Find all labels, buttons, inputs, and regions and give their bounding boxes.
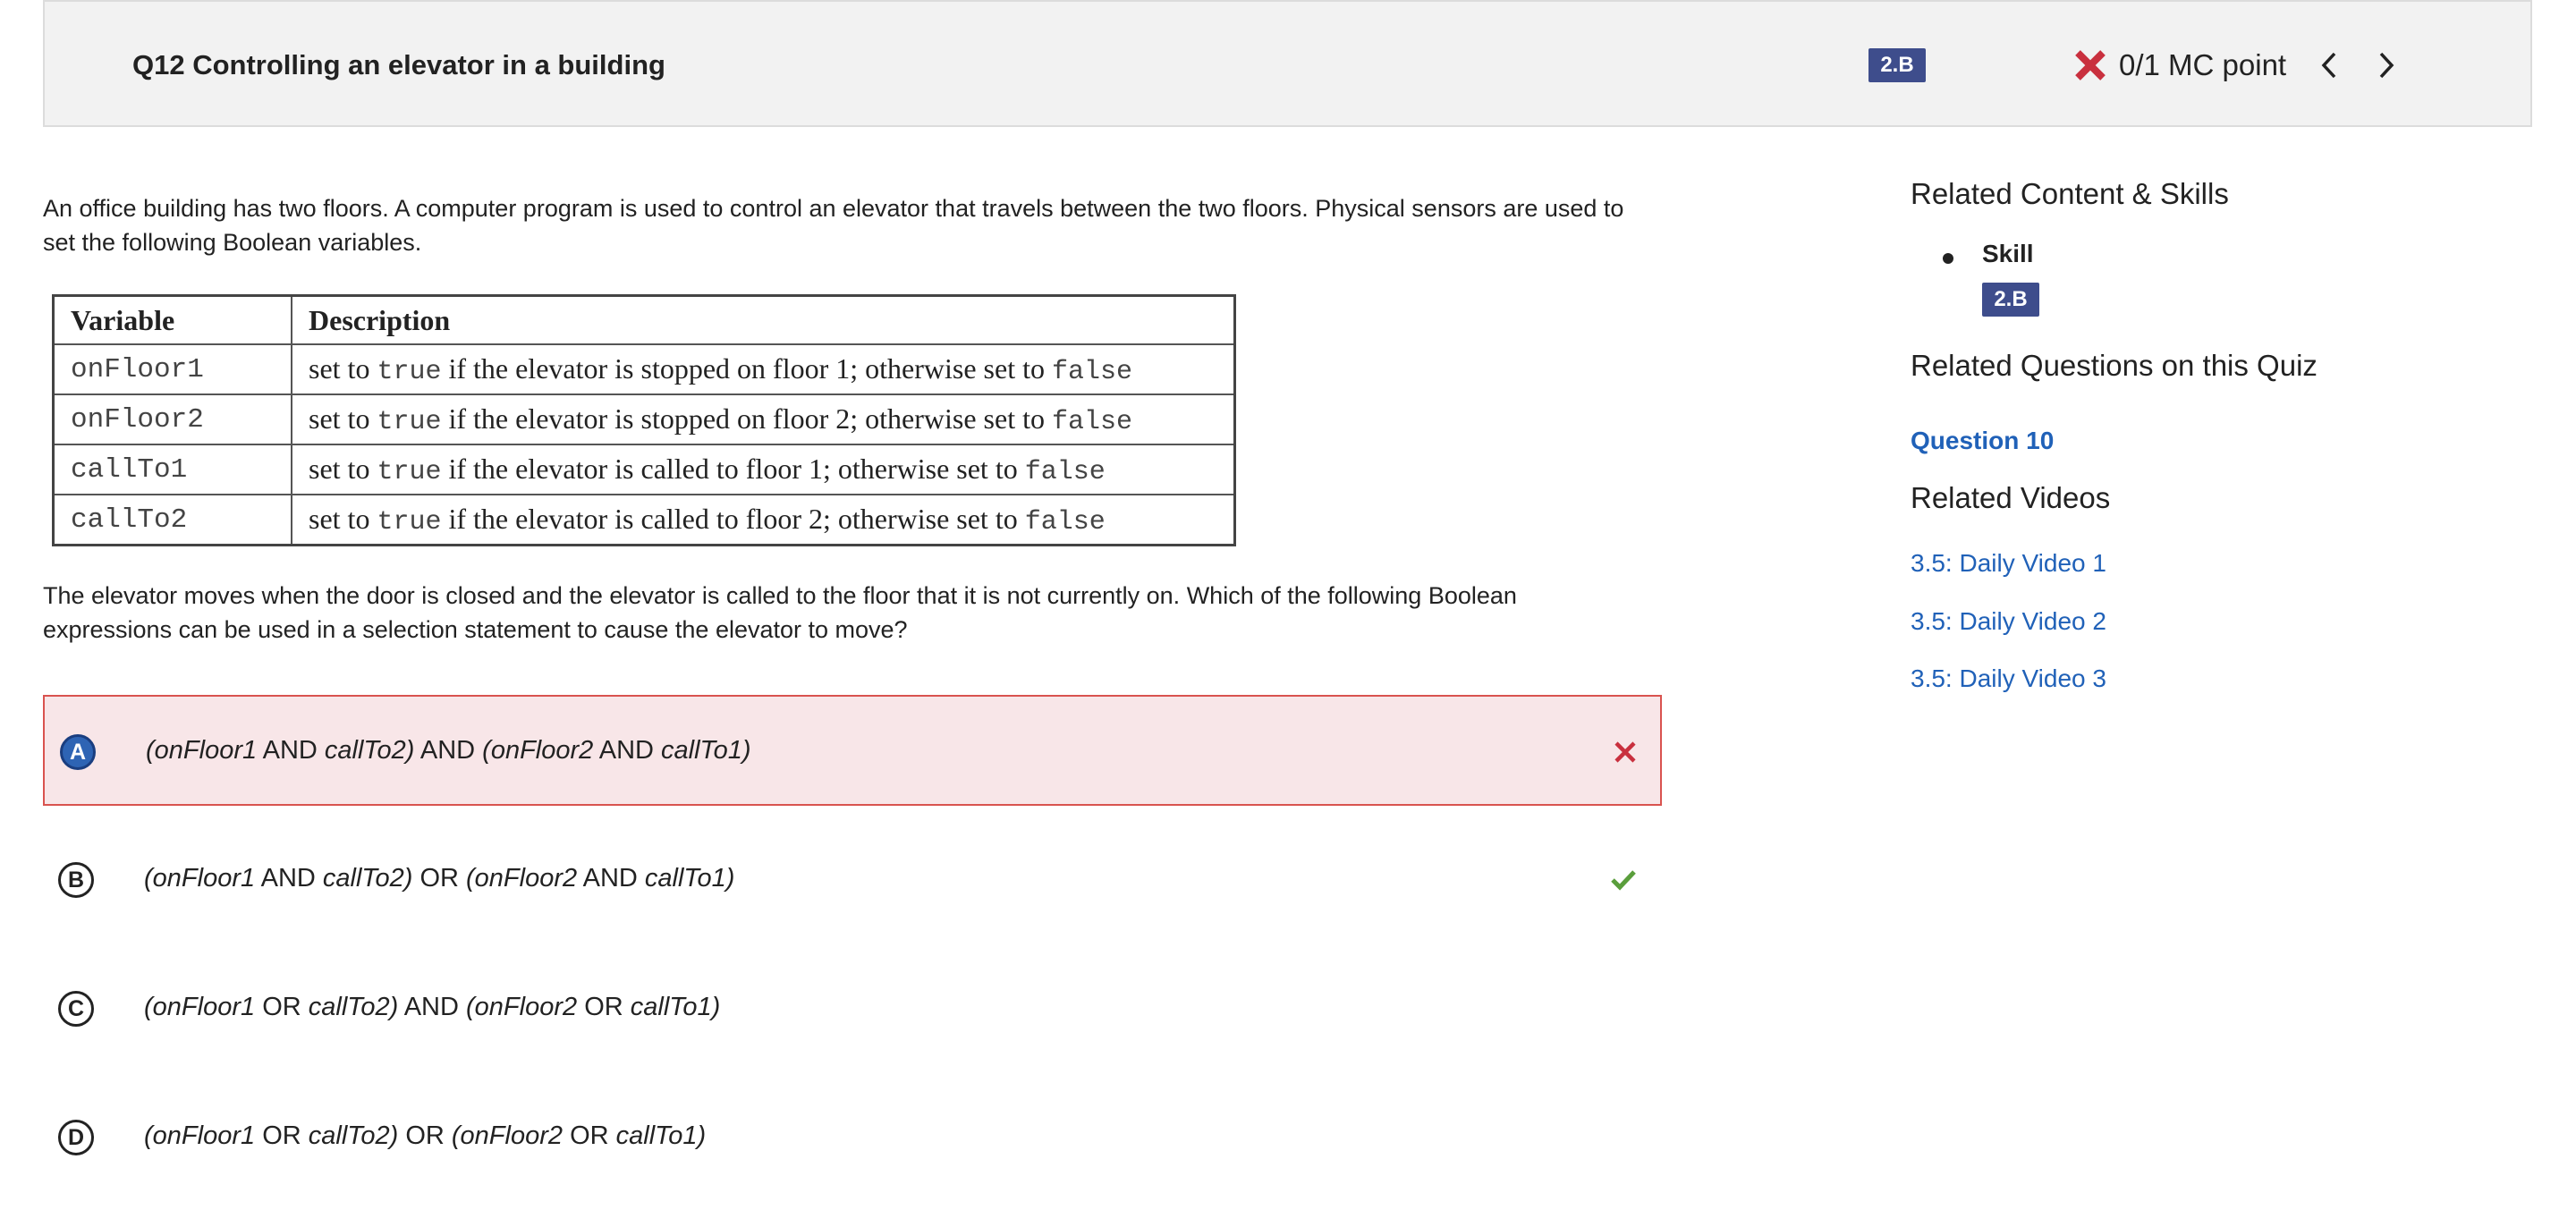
score-text: 0/1 MC point [2119, 48, 2287, 81]
table-row: callTo1 set to true if the elevator is c… [52, 444, 1236, 495]
table-row: onFloor2 set to true if the elevator is … [52, 393, 1236, 445]
choice-letter-d[interactable]: D [58, 1120, 94, 1155]
question-prompt-intro: An office building has two floors. A com… [43, 195, 1624, 256]
checkmark-icon [1611, 870, 1636, 891]
question-title: Q12 Controlling an elevator in a buildin… [132, 49, 665, 80]
x-mark-icon [2075, 50, 2106, 80]
table-header: Description [291, 294, 1236, 345]
variable-name: onFloor1 [52, 343, 292, 395]
x-icon [1614, 741, 1636, 763]
choice-expression: (onFloor1 AND callTo2) OR (onFloor2 AND … [144, 864, 735, 893]
chevron-right-icon[interactable] [2370, 49, 2401, 81]
answer-choice-a[interactable]: A (onFloor1 AND callTo2) AND (onFloor2 A… [43, 695, 1662, 806]
choice-expression: (onFloor1 OR callTo2) AND (onFloor2 OR c… [144, 993, 721, 1021]
related-videos-heading: Related Videos [1911, 481, 2111, 514]
video-link[interactable]: 3.5: Daily Video 3 [1911, 664, 2106, 693]
choice-letter-b[interactable]: B [58, 862, 94, 898]
skill-label: Skill [1982, 240, 2034, 267]
variable-description: set to true if the elevator is stopped o… [291, 343, 1236, 395]
answer-choice-c[interactable]: C (onFloor1 OR callTo2) AND (onFloor2 OR… [43, 953, 1662, 1064]
choice-expression: (onFloor1 OR callTo2) OR (onFloor2 OR ca… [144, 1121, 707, 1150]
variable-name: onFloor2 [52, 393, 292, 445]
table-row: onFloor1 set to true if the elevator is … [52, 343, 1236, 395]
answer-choice-d[interactable]: D (onFloor1 OR callTo2) OR (onFloor2 OR … [43, 1082, 1662, 1193]
related-question-link[interactable]: Question 10 [1911, 427, 2054, 455]
choice-letter-a[interactable]: A [60, 734, 96, 770]
variable-description: set to true if the elevator is called to… [291, 444, 1236, 495]
bullet [1943, 253, 1953, 264]
chevron-left-icon[interactable] [2315, 49, 2345, 81]
variable-description: set to true if the elevator is called to… [291, 494, 1236, 546]
question-prompt: The elevator moves when the door is clos… [43, 582, 1517, 643]
related-questions-heading: Related Questions on this Quiz [1911, 349, 2318, 382]
question-header: Q12 Controlling an elevator in a buildin… [43, 0, 2532, 127]
skill-badge[interactable]: 2.B [1868, 48, 1926, 82]
related-content-heading: Related Content & Skills [1911, 177, 2229, 210]
table-row: callTo2 set to true if the elevator is c… [52, 494, 1236, 546]
variable-name: callTo1 [52, 444, 292, 495]
choice-letter-c[interactable]: C [58, 991, 94, 1027]
video-link[interactable]: 3.5: Daily Video 2 [1911, 607, 2106, 636]
variable-description: set to true if the elevator is stopped o… [291, 393, 1236, 445]
variable-name: callTo2 [52, 494, 292, 546]
choice-expression: (onFloor1 AND callTo2) AND (onFloor2 AND… [146, 736, 751, 765]
table-header: Variable [52, 294, 292, 345]
variables-table: Variable Description onFloor1 set to tru… [52, 294, 1236, 546]
video-link[interactable]: 3.5: Daily Video 1 [1911, 549, 2106, 578]
table-header-row: Variable Description [52, 294, 1236, 345]
answer-choice-b[interactable]: B (onFloor1 AND callTo2) OR (onFloor2 AN… [43, 825, 1662, 935]
skill-badge[interactable]: 2.B [1982, 283, 2039, 317]
